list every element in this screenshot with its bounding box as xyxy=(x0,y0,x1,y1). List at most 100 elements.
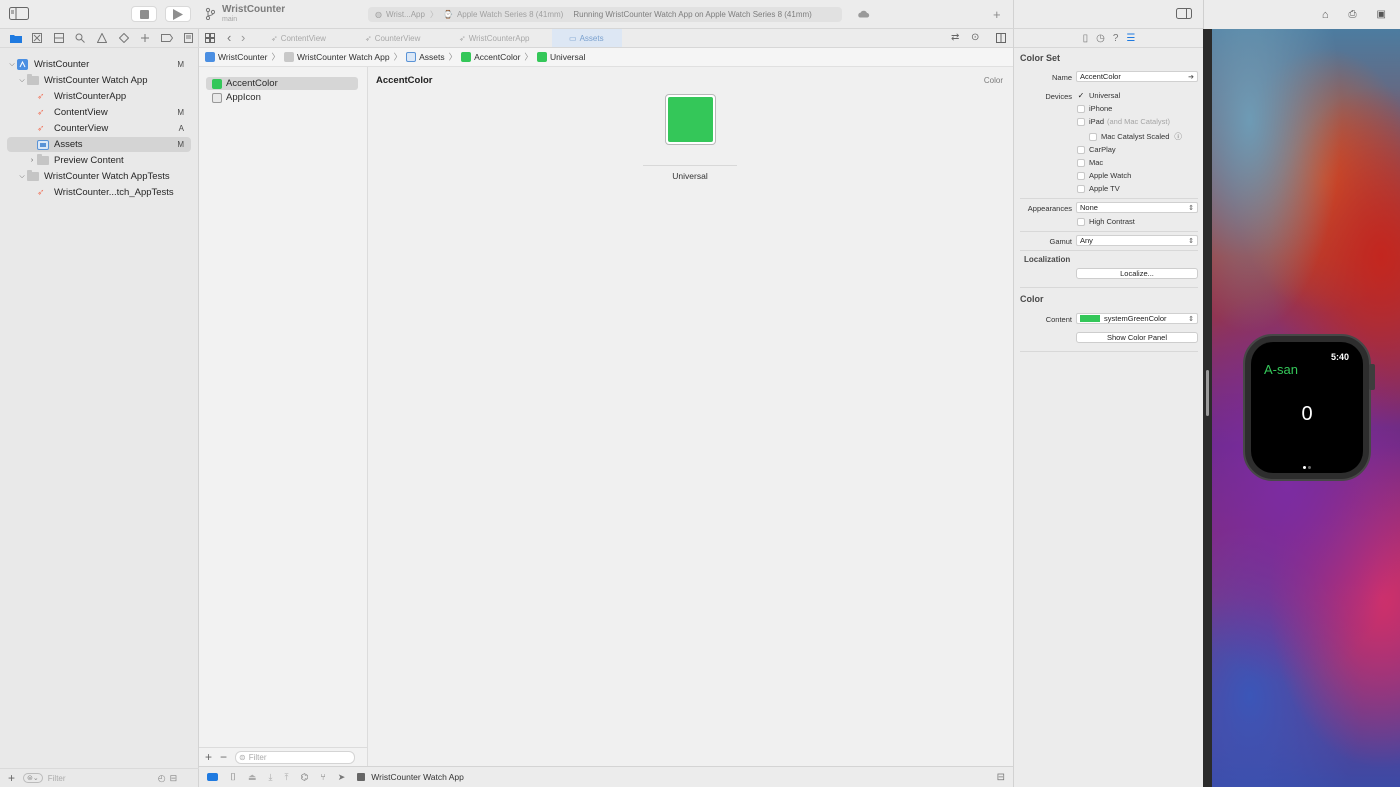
recent-files-icon[interactable]: ◴ xyxy=(158,773,166,784)
tree-item-counterview[interactable]: ➶ CounterView A xyxy=(7,121,191,136)
add-asset-icon[interactable]: + xyxy=(205,750,212,764)
chevron-right-icon[interactable]: › xyxy=(27,157,37,164)
tree-item-preview-content[interactable]: › Preview Content xyxy=(7,153,191,168)
tab-counterview[interactable]: ➶ CounterView xyxy=(365,29,420,47)
device-apple-tv-checkbox[interactable]: Apple TV xyxy=(1077,184,1120,193)
back-icon[interactable]: ‹ xyxy=(227,30,231,45)
info-icon[interactable]: ⓘ xyxy=(1174,131,1182,142)
report-icon[interactable] xyxy=(178,30,200,46)
step-over-icon[interactable]: ⤓ xyxy=(269,772,273,783)
console-toggle-icon[interactable]: ⊟ xyxy=(997,772,1005,783)
tree-item-wristcounterapp[interactable]: ➶ WristCounterApp xyxy=(7,89,191,104)
location-icon[interactable]: ➤ xyxy=(338,772,346,783)
chevron-down-icon[interactable]: ⌵ xyxy=(7,61,17,69)
debug-target-label[interactable]: WristCounter Watch App xyxy=(371,772,464,782)
screenshot-icon[interactable]: ⎙ xyxy=(1349,9,1357,20)
source-control-icon[interactable] xyxy=(27,30,49,46)
device-universal-checkbox[interactable]: ✓ Universal xyxy=(1077,91,1121,100)
home-icon[interactable]: ⌂ xyxy=(1322,9,1329,21)
debug-icon[interactable] xyxy=(134,30,156,46)
add-library-icon[interactable]: + xyxy=(993,7,1001,22)
cloud-icon[interactable] xyxy=(857,9,870,18)
device-iphone-checkbox[interactable]: iPhone xyxy=(1077,104,1112,113)
device-carplay-checkbox[interactable]: CarPlay xyxy=(1077,145,1116,154)
step-into-icon[interactable]: ⤒ xyxy=(285,772,289,783)
watch-screen[interactable]: 5:40 A-san 0 xyxy=(1251,342,1363,473)
jumpbar-item[interactable]: AccentColor xyxy=(474,52,520,62)
chevron-down-icon[interactable]: ⌵ xyxy=(17,173,27,181)
breakpoint-icon[interactable] xyxy=(156,30,178,46)
file-inspector-icon[interactable]: ▯ xyxy=(1083,33,1089,44)
rotate-icon[interactable]: ▣ xyxy=(1377,9,1386,20)
scm-badge: M xyxy=(177,60,184,69)
pause-icon[interactable]: ⏏ xyxy=(248,772,257,783)
tree-item-apptests-group[interactable]: ⌵ WristCounter Watch AppTests xyxy=(7,169,191,184)
scheme-selector[interactable]: Wrist...App xyxy=(386,10,425,19)
folder-icon xyxy=(27,170,39,182)
run-destination[interactable]: Apple Watch Series 8 (41mm) xyxy=(457,10,563,19)
swift-file-icon: ➶ xyxy=(37,123,45,133)
color-well[interactable] xyxy=(665,94,716,145)
appearances-popup[interactable]: None ⇕ xyxy=(1076,202,1198,213)
folder-icon[interactable] xyxy=(5,30,27,46)
high-contrast-checkbox[interactable]: High Contrast xyxy=(1077,217,1135,226)
tab-assets[interactable]: ▭ Assets xyxy=(552,29,622,47)
tab-wristcounterapp[interactable]: ➶ WristCounterApp xyxy=(459,29,529,47)
name-field[interactable]: AccentColor ➔ xyxy=(1076,71,1198,82)
inspector-toggle-icon[interactable] xyxy=(1176,8,1192,19)
asset-item-accentcolor[interactable]: AccentColor xyxy=(206,77,358,90)
tree-item-contentview[interactable]: ➶ ContentView M xyxy=(7,105,191,120)
device-apple-watch-checkbox[interactable]: Apple Watch xyxy=(1077,171,1131,180)
project-title[interactable]: WristCounter xyxy=(222,4,285,15)
tree-item-assets[interactable]: Assets M xyxy=(7,137,191,152)
jumpbar-item[interactable]: Universal xyxy=(550,52,585,62)
filter-options-icon[interactable]: ⊜⌄ xyxy=(23,773,43,783)
history-inspector-icon[interactable]: ◷ xyxy=(1096,33,1105,44)
divider xyxy=(1020,287,1198,288)
navigator-filter-input[interactable]: Filter xyxy=(48,774,158,783)
jumpbar-item[interactable]: WristCounter xyxy=(218,52,267,62)
forward-icon[interactable]: › xyxy=(241,30,245,45)
warning-icon[interactable] xyxy=(91,30,113,46)
search-icon[interactable] xyxy=(70,30,92,46)
asset-item-appicon[interactable]: AppIcon xyxy=(206,91,358,104)
show-color-panel-button[interactable]: Show Color Panel xyxy=(1076,332,1198,343)
tab-contentview[interactable]: ➶ ContentView xyxy=(271,29,326,47)
help-inspector-icon[interactable]: ? xyxy=(1113,33,1119,44)
jumpbar-item[interactable]: Assets xyxy=(419,52,445,62)
counter-value[interactable]: 0 xyxy=(1251,403,1363,426)
more-options-icon[interactable]: ⊙ xyxy=(971,32,979,43)
tree-item-watch-app-group[interactable]: ⌵ WristCounter Watch App xyxy=(7,73,191,88)
chevron-down-icon[interactable]: ⌵ xyxy=(17,77,27,85)
go-arrow-icon[interactable]: ➔ xyxy=(1188,73,1194,81)
test-icon[interactable] xyxy=(113,30,135,46)
asset-filter-input[interactable]: ⊜ Filter xyxy=(235,750,356,764)
memory-graph-icon[interactable]: ⑂ xyxy=(320,772,325,782)
sidebar-toggle-icon[interactable] xyxy=(9,7,29,20)
stop-button[interactable] xyxy=(131,6,157,22)
jumpbar-item[interactable]: WristCounter Watch App xyxy=(297,52,390,62)
content-popup[interactable]: systemGreenColor ⇕ xyxy=(1076,313,1198,324)
debug-area-toggle-icon[interactable] xyxy=(207,773,218,781)
digital-crown[interactable] xyxy=(1369,364,1375,390)
tree-item-apptests-file[interactable]: ➶ WristCounter...tch_AppTests xyxy=(7,185,191,200)
attributes-inspector-icon[interactable]: ☰ xyxy=(1126,33,1135,44)
device-ipad-checkbox[interactable]: iPad (and Mac Catalyst) xyxy=(1077,117,1170,126)
scm-filter-icon[interactable]: ⊟ xyxy=(170,773,178,784)
remove-asset-icon[interactable]: − xyxy=(220,750,227,764)
split-editor-icon[interactable] xyxy=(996,33,1006,43)
symbol-icon[interactable] xyxy=(48,30,70,46)
localize-button[interactable]: Localize... xyxy=(1076,268,1198,279)
run-button[interactable] xyxy=(165,6,191,22)
breakpoints-toggle-icon[interactable]: ⌷ xyxy=(230,772,236,783)
grid-icon[interactable] xyxy=(205,33,215,43)
device-mac-checkbox[interactable]: Mac xyxy=(1077,158,1103,167)
activity-viewer[interactable]: ◍ Wrist...App 〉 ⌚ Apple Watch Series 8 (… xyxy=(368,7,842,22)
resize-handle[interactable] xyxy=(1206,370,1209,416)
tree-item-project[interactable]: ⌵ WristCounter M xyxy=(7,57,191,72)
view-debugger-icon[interactable]: ⌬ xyxy=(300,772,308,783)
add-file-icon[interactable]: + xyxy=(8,771,15,785)
gamut-popup[interactable]: Any ⇕ xyxy=(1076,235,1198,246)
related-items-icon[interactable]: ⇄ xyxy=(951,32,959,43)
device-mac-catalyst-scaled-checkbox[interactable]: Mac Catalyst Scaled ⓘ xyxy=(1089,131,1182,142)
